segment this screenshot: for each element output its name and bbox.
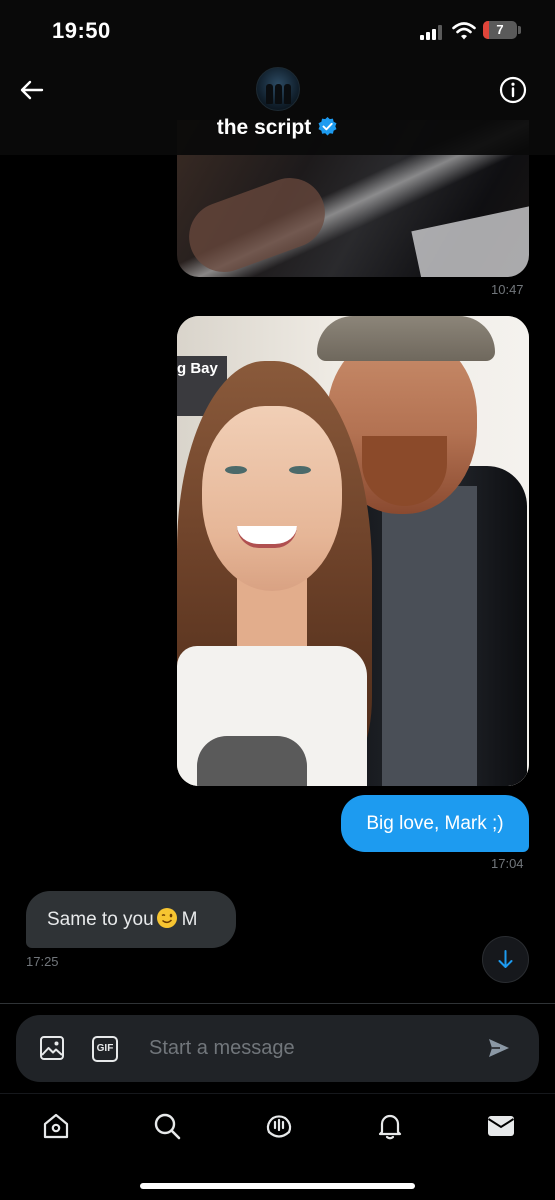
- received-message-bubble[interactable]: Same to you M: [26, 891, 236, 948]
- photo-figure: [202, 406, 342, 591]
- photo-figure: [382, 486, 477, 786]
- message-image-2[interactable]: g Bay: [177, 316, 529, 786]
- home-icon[interactable]: [41, 1111, 71, 1141]
- winking-face-icon: [156, 908, 177, 928]
- cellular-signal-icon: [420, 24, 446, 40]
- info-icon[interactable]: [497, 74, 529, 106]
- conversation-title[interactable]: the script: [0, 116, 555, 140]
- photo-figure: [225, 466, 247, 474]
- avatar-figure: [284, 84, 291, 104]
- scroll-to-bottom-button[interactable]: [482, 936, 529, 983]
- battery-tip: [518, 26, 521, 34]
- message-input[interactable]: [149, 1015, 469, 1082]
- conversation-header: 19:50 7 the script: [0, 0, 555, 155]
- spaces-icon[interactable]: [264, 1111, 294, 1141]
- sent-message-bubble[interactable]: Big love, Mark ;): [341, 795, 529, 852]
- message-composer: GIF: [16, 1015, 539, 1082]
- message-text: Same to you: [47, 909, 154, 930]
- send-icon[interactable]: [486, 1035, 512, 1061]
- wifi-icon: [452, 22, 476, 40]
- photo-figure: [317, 316, 495, 361]
- avatar-figure: [266, 84, 273, 104]
- messages-icon[interactable]: [486, 1111, 516, 1141]
- battery-level: 7: [496, 22, 504, 37]
- avatar-figure: [275, 84, 282, 104]
- notifications-icon[interactable]: [375, 1111, 405, 1141]
- arrow-down-icon: [498, 950, 513, 968]
- message-timestamp: 17:04: [491, 856, 524, 871]
- arrow-left-icon[interactable]: [16, 74, 48, 106]
- photo-figure: [197, 736, 307, 786]
- search-icon[interactable]: [152, 1111, 182, 1141]
- battery-icon: 7: [483, 21, 517, 39]
- message-text: M: [181, 909, 198, 930]
- photo-detail: [411, 200, 529, 277]
- photo-sign-text: g Bay: [177, 360, 218, 377]
- message-timestamp: 17:25: [26, 954, 59, 969]
- avatar[interactable]: [256, 67, 300, 111]
- divider: [0, 1003, 555, 1004]
- photo-detail: [179, 168, 335, 277]
- photo-figure: [289, 466, 311, 474]
- image-icon[interactable]: [38, 1034, 66, 1062]
- home-indicator: [140, 1183, 415, 1189]
- verified-badge-icon: [318, 116, 337, 136]
- gif-button[interactable]: GIF: [92, 1036, 118, 1062]
- status-time: 19:50: [52, 18, 111, 43]
- conversation-name: the script: [216, 116, 312, 139]
- message-timestamp: 10:47: [491, 282, 524, 297]
